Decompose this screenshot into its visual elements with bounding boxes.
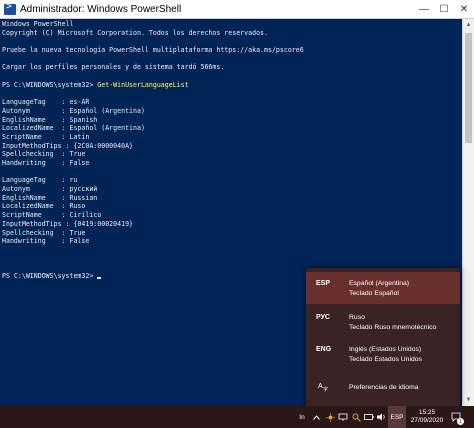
console-line: Copyright (C) Microsoft Corporation. Tod… xyxy=(2,28,268,37)
notification-badge: 1 xyxy=(457,418,464,425)
text-cursor xyxy=(97,276,102,279)
close-button[interactable]: ✕ xyxy=(454,0,474,19)
console-line: Spellchecking : True xyxy=(2,150,86,159)
console-line: PS C:\WINDOWS\system32> Get-WinUserLangu… xyxy=(2,81,462,90)
window-title: Administrador: Windows PowerShell xyxy=(20,3,182,15)
console-line: ScriptName : Cirílico xyxy=(2,211,102,220)
console-line: LocalizedName : Ruso xyxy=(2,202,86,211)
language-code: ESP xyxy=(316,280,331,287)
console-line: EnglishName : Spanish xyxy=(2,115,98,124)
keyboard-name: Teclado Ruso mnemotécnico xyxy=(349,324,437,331)
notification-center-icon[interactable]: 1 xyxy=(448,406,464,428)
console-line: Pruebe la nueva tecnología PowerShell mu… xyxy=(2,46,304,55)
volume-icon[interactable] xyxy=(376,406,388,428)
console-prompt: PS C:\WINDOWS\system32> xyxy=(2,80,98,89)
language-name: Español (Argentina) xyxy=(349,280,410,287)
tray-in-label[interactable]: In xyxy=(296,406,308,428)
keyboard-name: Teclado Español xyxy=(349,290,399,297)
console-line: Windows PowerShell xyxy=(2,20,74,28)
preferences-label: Preferencias de idioma xyxy=(349,384,419,391)
language-flyout: ESP Español (Argentina) Teclado Español … xyxy=(306,268,460,406)
console-line-text: PS C:\WINDOWS\system32> xyxy=(2,271,98,280)
console-line: InputMethodTips : {2C0A:0000040A} xyxy=(2,141,134,150)
keyboard-name: Teclado Estados Unidos xyxy=(349,356,422,363)
console-line: ScriptName : Latín xyxy=(2,132,90,141)
console-line: EnglishName : Russian xyxy=(2,193,98,202)
language-item-rus[interactable]: РУС Ruso Teclado Ruso mnemotécnico xyxy=(306,306,460,338)
console-line: LanguageTag : es-AR xyxy=(2,98,90,107)
language-preferences-link[interactable]: A 字 Preferencias de idioma xyxy=(306,376,460,400)
console-line: LocalizedName : Español (Argentina) xyxy=(2,124,145,133)
language-code: ENG xyxy=(316,346,332,353)
input-indicator-button[interactable]: ESP xyxy=(388,406,406,428)
console-line: Handwriting : False xyxy=(2,237,90,246)
svg-text:字: 字 xyxy=(323,386,328,392)
language-code: РУС xyxy=(316,314,330,321)
clock-time: 15:25 xyxy=(418,409,436,416)
language-settings-icon: A 字 xyxy=(318,381,328,394)
language-name: Inglés (Estados Unidos) xyxy=(349,346,422,353)
language-item-eng[interactable]: ENG Inglés (Estados Unidos) Teclado Esta… xyxy=(306,338,460,370)
scrollbar-thumb[interactable] xyxy=(465,33,472,143)
console-line: Autonym : Español (Argentina) xyxy=(2,106,145,115)
search-icon[interactable] xyxy=(350,406,362,428)
clock-date: 27/09/2020 xyxy=(410,417,444,424)
network-icon[interactable] xyxy=(337,406,349,428)
console-line: LanguageTag : ru xyxy=(2,176,78,185)
scroll-up-icon[interactable]: ▲ xyxy=(463,19,474,31)
window-controls: — ☐ ✕ xyxy=(414,0,474,19)
battery-icon[interactable] xyxy=(363,406,375,428)
language-item-esp[interactable]: ESP Español (Argentina) Teclado Español xyxy=(306,272,460,304)
powershell-icon xyxy=(4,1,16,15)
console-line: Handwriting : False xyxy=(2,159,90,167)
vertical-scrollbar[interactable]: ▲ ▼ xyxy=(462,19,474,406)
console-line: Cargar los perfiles personales y de sist… xyxy=(2,63,225,72)
show-hidden-icons-icon[interactable] xyxy=(310,406,322,428)
minimize-button[interactable]: — xyxy=(414,0,434,19)
maximize-button[interactable]: ☐ xyxy=(434,0,454,19)
language-name: Ruso xyxy=(349,314,365,321)
sun-icon[interactable] xyxy=(324,406,336,428)
console-command: Get-WinUserLanguageList xyxy=(97,80,189,89)
console-line: Spellchecking : True xyxy=(2,228,86,237)
taskbar: In ESP 15:25 27/09/2020 1 xyxy=(0,406,474,428)
scroll-down-icon[interactable]: ▼ xyxy=(463,394,474,406)
title-bar: Administrador: Windows PowerShell — ☐ ✕ xyxy=(0,0,474,19)
clock[interactable]: 15:25 27/09/2020 xyxy=(410,406,444,428)
console-line: Autonym : русский xyxy=(2,185,98,194)
console-line: InputMethodTips : {0419:00020419} xyxy=(2,219,134,228)
